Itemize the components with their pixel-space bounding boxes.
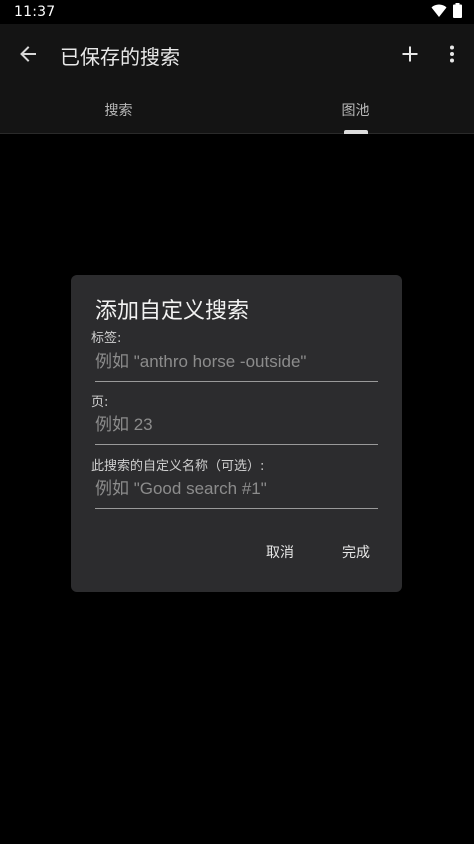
tags-field-container — [95, 346, 378, 382]
battery-icon — [453, 2, 462, 22]
custom-name-label: 此搜索的自定义名称（可选）: — [91, 459, 265, 474]
plus-icon — [401, 45, 419, 67]
custom-name-input[interactable] — [95, 473, 378, 508]
screen: 11:37 已保存的搜索 搜索 图池 添加自定义搜索 标签: 例如 "anthr… — [0, 0, 474, 844]
page-label: 页: — [91, 395, 109, 410]
tags-input[interactable] — [95, 346, 378, 381]
back-button[interactable] — [0, 28, 56, 84]
arrow-left-icon — [18, 44, 38, 68]
add-button[interactable] — [388, 28, 432, 84]
page-input[interactable] — [95, 409, 378, 444]
tab-indicator — [343, 130, 368, 134]
more-options-button[interactable] — [432, 28, 472, 84]
tab-label: 图池 — [341, 103, 370, 119]
done-button[interactable]: 完成 — [338, 534, 374, 570]
add-custom-search-dialog: 添加自定义搜索 标签: 页: 此搜索的自定义名称（可选）: 取消 完成 — [71, 275, 402, 592]
tags-label: 标签: — [91, 331, 122, 346]
tab-search[interactable]: 搜索 — [0, 87, 237, 133]
wifi-icon — [431, 3, 447, 22]
more-vert-icon — [449, 45, 455, 67]
tab-pools[interactable]: 图池 — [237, 87, 474, 134]
tab-label: 搜索 — [104, 103, 133, 119]
status-time: 11:37 — [14, 4, 56, 20]
status-icons — [431, 2, 462, 22]
app-bar: 已保存的搜索 — [0, 24, 474, 87]
cancel-button[interactable]: 取消 — [262, 534, 298, 570]
dialog-actions: 取消 完成 — [262, 534, 374, 570]
tab-bar: 搜索 图池 — [0, 87, 474, 134]
custom-name-field-container — [95, 473, 378, 509]
dialog-title: 添加自定义搜索 — [95, 299, 250, 324]
status-bar: 11:37 — [0, 0, 474, 24]
page-title: 已保存的搜索 — [60, 45, 180, 69]
page-field-container — [95, 409, 378, 445]
